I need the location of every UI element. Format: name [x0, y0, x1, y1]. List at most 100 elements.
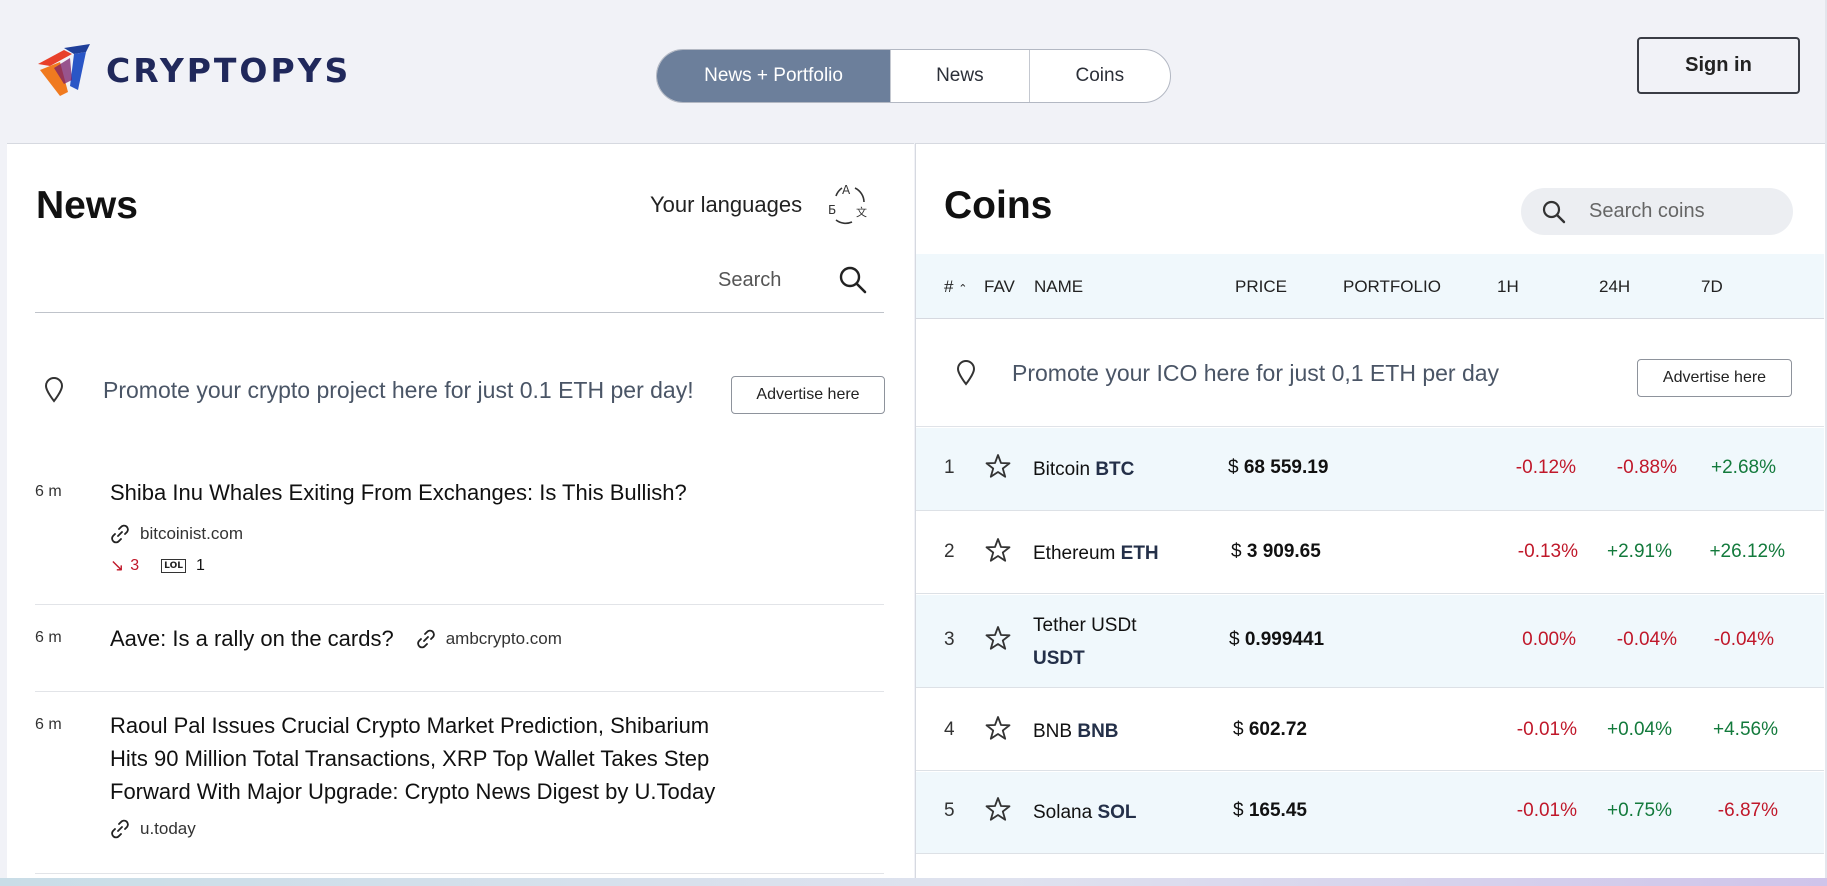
coin-name: Bitcoin: [1033, 459, 1091, 480]
news-divider: [35, 691, 884, 692]
link-icon: [416, 629, 435, 648]
col-24h[interactable]: 24H: [1599, 277, 1630, 297]
coin-symbol: BNB: [1077, 721, 1119, 742]
location-pin-icon: [956, 360, 976, 386]
brand-logo[interactable]: CRYPTOPYS: [34, 40, 351, 100]
coin-name: Ethereum: [1033, 543, 1116, 564]
col-rank[interactable]: # ⌃: [944, 277, 967, 297]
top-header: CRYPTOPYS News + Portfolio News Coins Si…: [0, 0, 1825, 143]
coin-row[interactable]: 1 Bitcoin BTC $ 68 559.19 -0.12% -0.88% …: [916, 428, 1824, 511]
lol-count: 1: [195, 557, 205, 574]
star-icon[interactable]: [985, 625, 1011, 651]
coins-promo-text: Promote your ICO here for just 0,1 ETH p…: [1012, 360, 1500, 386]
news-source-link[interactable]: bitcoinist.com: [110, 524, 243, 544]
tab-coins[interactable]: Coins: [1028, 50, 1170, 102]
tab-news[interactable]: News: [890, 50, 1028, 102]
location-pin-icon: [44, 377, 64, 403]
coin-rank: 2: [944, 541, 955, 562]
col-name[interactable]: NAME: [1034, 277, 1083, 297]
news-source: u.today: [140, 819, 196, 838]
news-title[interactable]: Aave: Is a rally on the cards?: [110, 622, 394, 655]
sign-in-button[interactable]: Sign in: [1637, 37, 1800, 94]
coins-heading: Coins: [944, 184, 1053, 227]
coin-name-cell[interactable]: Tether USDt USDT: [1033, 609, 1136, 675]
news-source-link[interactable]: ambcrypto.com: [416, 622, 562, 655]
coin-rank: 4: [944, 719, 955, 740]
coin-price: $ 602.72: [1233, 719, 1307, 740]
languages-label[interactable]: Your languages: [650, 192, 802, 218]
news-advertise-button[interactable]: Advertise here: [731, 376, 885, 414]
col-portfolio[interactable]: PORTFOLIO: [1343, 277, 1441, 297]
coin-price: $ 165.45: [1233, 800, 1307, 821]
tab-news-portfolio[interactable]: News + Portfolio: [657, 50, 891, 102]
coin-change-7d: +4.56%: [1713, 719, 1778, 740]
news-source-link[interactable]: u.today: [110, 819, 196, 839]
search-icon[interactable]: [837, 264, 869, 296]
coin-change-1h: 0.00%: [1522, 629, 1576, 650]
coin-name-cell[interactable]: Ethereum ETH: [1033, 537, 1159, 570]
col-7d[interactable]: 7D: [1701, 277, 1723, 297]
star-icon[interactable]: [985, 453, 1011, 479]
col-fav[interactable]: FAV: [984, 277, 1015, 297]
lol-icon[interactable]: LOL: [161, 559, 186, 573]
coin-change-24h: +2.91%: [1607, 541, 1672, 562]
svg-text:Б: Б: [828, 203, 836, 217]
coin-change-1h: -0.12%: [1515, 457, 1576, 478]
news-title[interactable]: Shiba Inu Whales Exiting From Exchanges:…: [110, 476, 687, 509]
news-divider: [35, 873, 884, 874]
star-icon[interactable]: [985, 796, 1011, 822]
news-reactions: ↘ 3 LOL 1: [110, 556, 205, 576]
coin-change-1h: -0.13%: [1517, 541, 1578, 562]
star-icon[interactable]: [985, 715, 1011, 741]
coin-price: $ 3 909.65: [1231, 541, 1321, 562]
coin-name: Solana: [1033, 802, 1093, 823]
coin-row[interactable]: 4 BNB BNB $ 602.72 -0.01% +0.04% +4.56%: [916, 689, 1824, 771]
link-icon: [111, 524, 129, 544]
coins-promo-row: Promote your ICO here for just 0,1 ETH p…: [916, 320, 1824, 427]
coin-price: $ 68 559.19: [1228, 457, 1329, 478]
coin-row[interactable]: 3 Tether USDt USDT $ 0.999441 0.00% -0.04…: [916, 595, 1824, 688]
coin-rank: 1: [944, 457, 955, 478]
coin-name-cell[interactable]: Solana SOL: [1033, 796, 1137, 829]
coin-symbol: SOL: [1097, 802, 1137, 823]
coin-change-7d: -6.87%: [1717, 800, 1778, 821]
coin-change-7d: +2.68%: [1711, 457, 1776, 478]
coin-name: BNB: [1033, 721, 1073, 742]
news-search-label[interactable]: Search: [718, 269, 781, 292]
news-item: 6 m Aave: Is a rally on the cards? ambcr…: [35, 626, 884, 666]
coins-advertise-button[interactable]: Advertise here: [1637, 359, 1792, 397]
link-icon: [111, 819, 129, 839]
news-source: ambcrypto.com: [445, 629, 562, 648]
news-panel: News Your languages A Б 文 Search Promote…: [7, 143, 914, 878]
news-title[interactable]: Raoul Pal Issues Crucial Crypto Market P…: [110, 709, 715, 808]
coin-search-placeholder: Search coins: [1589, 200, 1705, 222]
coin-change-1h: -0.01%: [1516, 800, 1577, 821]
coin-row[interactable]: 2 Ethereum ETH $ 3 909.65 -0.13% +2.91% …: [916, 512, 1824, 594]
news-title-line: Hits 90 Million Total Transactions, XRP …: [110, 746, 710, 771]
coin-change-24h: -0.88%: [1616, 457, 1677, 478]
coin-name-cell[interactable]: Bitcoin BTC: [1033, 453, 1134, 486]
coin-search-input[interactable]: Search coins: [1521, 188, 1793, 235]
coin-change-24h: +0.04%: [1607, 719, 1672, 740]
news-time: 6 m: [35, 483, 62, 500]
coin-rank: 3: [944, 629, 955, 650]
coin-name-cell[interactable]: BNB BNB: [1033, 715, 1119, 748]
coin-row[interactable]: 5 Solana SOL $ 165.45 -0.01% +0.75% -6.8…: [916, 772, 1824, 854]
news-item: 6 m Raoul Pal Issues Crucial Crypto Mark…: [35, 713, 884, 853]
news-heading: News: [36, 184, 138, 227]
app-frame: CRYPTOPYS News + Portfolio News Coins Si…: [0, 0, 1827, 878]
coin-rank: 5: [944, 800, 955, 821]
coin-change-24h: +0.75%: [1607, 800, 1672, 821]
news-search-divider: [35, 312, 884, 313]
translate-icon[interactable]: A Б 文: [822, 180, 872, 228]
coin-change-7d: -0.04%: [1713, 629, 1774, 650]
trend-down-icon[interactable]: ↘: [110, 556, 124, 576]
col-1h[interactable]: 1H: [1497, 277, 1519, 297]
svg-text:文: 文: [856, 205, 867, 219]
search-icon: [1542, 200, 1566, 223]
coin-change-24h: -0.04%: [1616, 629, 1677, 650]
star-icon[interactable]: [985, 537, 1011, 563]
news-source: bitcoinist.com: [140, 524, 243, 543]
brand-logo-icon: [38, 44, 90, 96]
col-price[interactable]: PRICE: [1235, 277, 1287, 297]
